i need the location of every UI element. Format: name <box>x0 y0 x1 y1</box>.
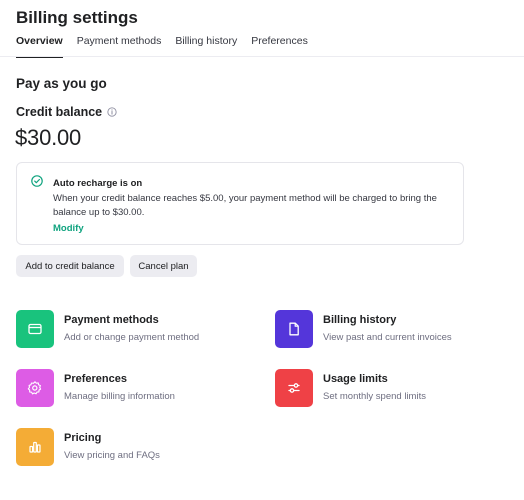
pricing-description: View pricing and FAQs <box>64 450 160 461</box>
credit-card-icon <box>28 323 42 335</box>
usage-limits-title: Usage limits <box>323 373 388 385</box>
billing-history-title: Billing history <box>323 314 397 326</box>
tab-bar: Overview Payment methods Billing history… <box>16 35 308 58</box>
plan-title: Pay as you go <box>16 76 107 91</box>
usage-limits-card[interactable]: Usage limits Set monthly spend limits <box>275 369 515 407</box>
preferences-tile <box>16 369 54 407</box>
add-to-credit-balance-button[interactable]: Add to credit balance <box>16 255 124 277</box>
auto-recharge-card: Auto recharge is on When your credit bal… <box>16 162 464 245</box>
tab-preferences[interactable]: Preferences <box>251 35 308 58</box>
credit-balance-label: Credit balance <box>16 105 117 119</box>
credit-balance-value: $30.00 <box>15 125 82 150</box>
usage-limits-description: Set monthly spend limits <box>323 391 426 402</box>
payment-methods-title: Payment methods <box>64 314 159 326</box>
tab-payment-methods[interactable]: Payment methods <box>77 35 162 58</box>
pricing-title: Pricing <box>64 432 102 444</box>
usage-limits-tile <box>275 369 313 407</box>
preferences-card[interactable]: Preferences Manage billing information <box>16 369 256 407</box>
auto-recharge-description: When your credit balance reaches $5.00, … <box>53 193 437 218</box>
credit-balance-label-text: Credit balance <box>16 105 103 119</box>
tab-billing-history[interactable]: Billing history <box>175 35 237 58</box>
check-circle-icon <box>31 175 43 187</box>
page-title: Billing settings <box>16 8 138 27</box>
preferences-title: Preferences <box>64 373 127 385</box>
bar-chart-icon <box>29 441 41 453</box>
billing-history-card[interactable]: Billing history View past and current in… <box>275 310 515 348</box>
auto-recharge-title: Auto recharge is on <box>53 178 143 189</box>
cancel-plan-button[interactable]: Cancel plan <box>130 255 197 277</box>
payment-methods-tile <box>16 310 54 348</box>
tab-overview[interactable]: Overview <box>16 35 63 58</box>
billing-history-tile <box>275 310 313 348</box>
payment-methods-card[interactable]: Payment methods Add or change payment me… <box>16 310 256 348</box>
tab-divider <box>0 56 524 57</box>
payment-methods-description: Add or change payment method <box>64 332 200 343</box>
document-icon <box>289 322 299 336</box>
pricing-tile <box>16 428 54 466</box>
modify-link[interactable]: Modify <box>53 223 84 234</box>
info-icon[interactable] <box>107 107 117 117</box>
preferences-description: Manage billing information <box>64 391 175 402</box>
sliders-icon <box>288 383 300 393</box>
pricing-card[interactable]: Pricing View pricing and FAQs <box>16 428 256 466</box>
billing-history-description: View past and current invoices <box>323 332 452 343</box>
gear-icon <box>27 381 42 395</box>
